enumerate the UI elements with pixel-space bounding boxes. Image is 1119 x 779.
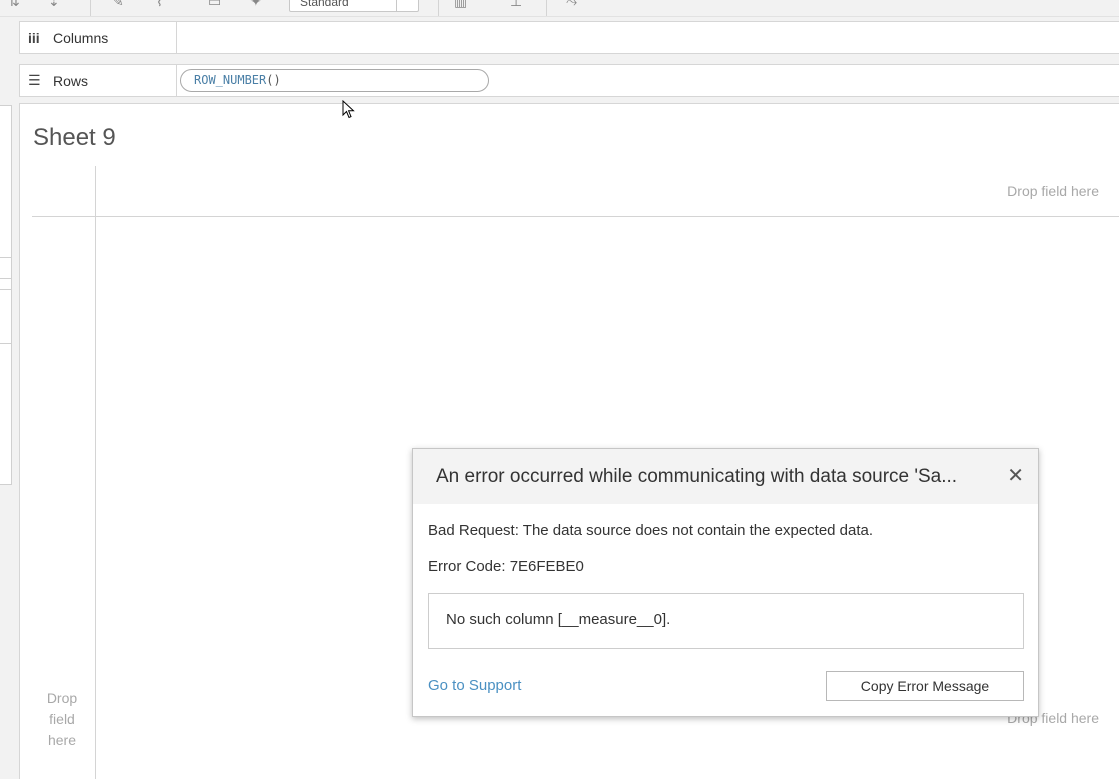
bar-chart-icon[interactable]: ▥ <box>454 0 467 8</box>
pin-icon[interactable]: ✦ <box>250 0 262 8</box>
fit-dropdown[interactable]: Standard <box>289 0 419 12</box>
sheet-title[interactable]: Sheet 9 <box>33 124 116 152</box>
columns-shelf[interactable]: iii Columns <box>19 21 1119 54</box>
toolbar-separator <box>438 0 439 16</box>
swap-icon[interactable]: ⇅ <box>8 0 20 8</box>
columns-icon: iii <box>28 29 40 46</box>
sort-icon[interactable]: ⇣ <box>48 0 60 8</box>
row-number-pill[interactable]: ROW_NUMBER() <box>180 69 489 92</box>
close-icon[interactable]: ✕ <box>1007 466 1024 486</box>
marks-card-edge <box>0 257 12 279</box>
columns-shelf-label: iii Columns <box>20 22 177 53</box>
pill-function-name: ROW_NUMBER <box>194 73 267 87</box>
marks-card-edge <box>0 289 12 344</box>
toolbar-separator <box>546 0 547 16</box>
error-detail-text: No such column [__measure__0]. <box>446 611 671 628</box>
clip-icon[interactable]: ⌇ <box>156 0 163 8</box>
go-to-support-link[interactable]: Go to Support <box>428 677 521 694</box>
error-code: Error Code: 7E6FEBE0 <box>428 558 584 575</box>
axis-icon[interactable]: ⊥ <box>510 0 522 8</box>
pill-parens: () <box>266 73 281 87</box>
tableau-workspace: ⇅ ⇣ ✎ ⌇ ▭ ✦ Standard ▥ ⊥ ⤳ iii Columns ☰… <box>0 0 1119 779</box>
columns-label-text: Columns <box>53 29 109 46</box>
error-dialog: An error occurred while communicating wi… <box>412 448 1039 717</box>
copy-error-message-button[interactable]: Copy Error Message <box>826 671 1024 701</box>
fit-dropdown-value: Standard <box>300 0 349 9</box>
rows-label-text: Rows <box>53 72 89 89</box>
error-message: Bad Request: The data source does not co… <box>428 522 874 539</box>
rows-icon: ☰ <box>28 72 41 88</box>
share-icon[interactable]: ⤳ <box>566 0 577 8</box>
toolbar: ⇅ ⇣ ✎ ⌇ ▭ ✦ Standard ▥ ⊥ ⤳ <box>0 0 1119 17</box>
toolbar-separator <box>90 0 91 16</box>
error-dialog-title: An error occurred while communicating wi… <box>436 466 958 487</box>
left-pane-edge <box>0 17 12 779</box>
error-dialog-header: An error occurred while communicating wi… <box>413 449 1038 504</box>
chevron-down-icon[interactable] <box>396 0 418 11</box>
rows-shelf[interactable]: ☰ Rows ROW_NUMBER() <box>19 64 1119 97</box>
error-detail-box: No such column [__measure__0]. <box>428 593 1024 649</box>
row-header-divider <box>95 166 96 779</box>
highlight-icon[interactable]: ✎ <box>112 0 124 8</box>
drop-field-rows[interactable]: Drop field here <box>42 688 82 751</box>
rows-shelf-label: ☰ Rows <box>20 65 177 96</box>
drop-field-columns[interactable]: Drop field here <box>1007 183 1099 199</box>
column-header-divider <box>32 216 1119 217</box>
label-icon[interactable]: ▭ <box>208 0 221 8</box>
mouse-cursor-icon <box>342 100 355 119</box>
